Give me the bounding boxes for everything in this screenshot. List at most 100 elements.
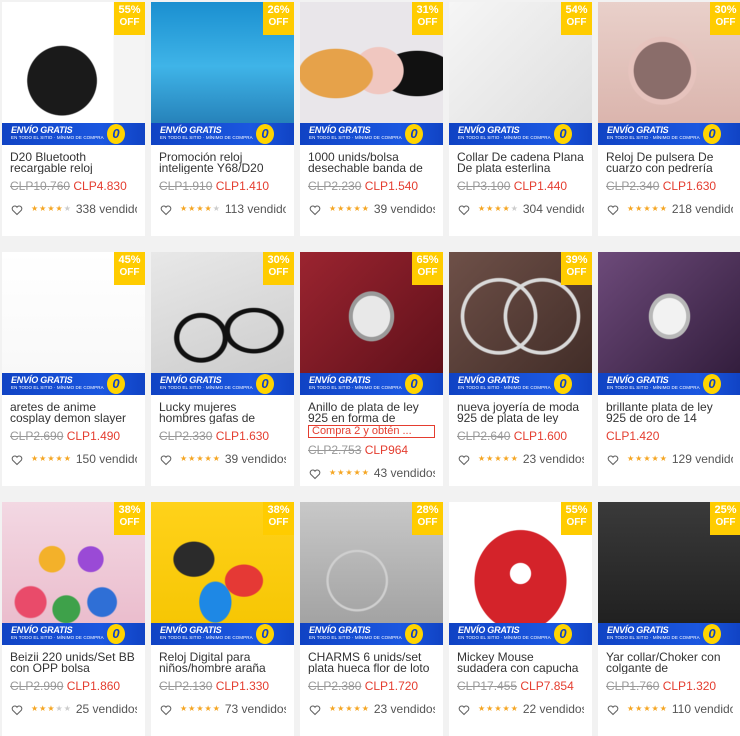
star-icon: ★ xyxy=(212,704,220,713)
product-image[interactable]: 30% OFF ENVÍO GRATIS EN TODO EL SITIO · MÍN… xyxy=(598,2,740,145)
product-card[interactable]: 54% OFF ENVÍO GRATIS EN TODO EL SITIO · MÍN… xyxy=(449,2,592,236)
heart-icon[interactable] xyxy=(458,703,470,716)
promo-tag[interactable]: Compra 2 y obtén ... xyxy=(308,425,435,438)
product-card[interactable]: 39% OFF ENVÍO GRATIS EN TODO EL SITIO · MÍN… xyxy=(449,252,592,486)
product-image[interactable]: 38% OFF ENVÍO GRATIS EN TODO EL SITIO · MÍN… xyxy=(151,502,294,645)
heart-icon[interactable] xyxy=(160,203,172,216)
product-image[interactable]: 25% OFF ENVÍO GRATIS EN TODO EL SITIO · MÍN… xyxy=(598,502,740,645)
product-card[interactable]: 65% OFF ENVÍO GRATIS EN TODO EL SITIO · MÍN… xyxy=(300,252,443,486)
free-shipping-sublabel: EN TODO EL SITIO · MÍNIMO DE COMPRA xyxy=(607,635,700,640)
discount-off-label: OFF xyxy=(715,17,736,28)
coin-icon: 0 xyxy=(703,124,721,144)
heart-icon[interactable] xyxy=(458,203,470,216)
star-icon: ★ xyxy=(345,468,353,477)
product-card[interactable]: 55% OFF ENVÍO GRATIS EN TODO EL SITIO · MÍN… xyxy=(449,502,592,736)
star-icon: ★ xyxy=(494,204,502,213)
discount-off-label: OFF xyxy=(268,267,289,278)
discount-percent: 30% xyxy=(267,254,290,266)
heart-icon[interactable] xyxy=(160,703,172,716)
star-icon: ★ xyxy=(63,454,71,463)
product-title[interactable]: Anillo de plata de ley 925 en forma de xyxy=(300,395,443,424)
discount-badge: 38% OFF xyxy=(263,502,294,535)
free-shipping-sublabel: EN TODO EL SITIO · MÍNIMO DE COMPRA xyxy=(458,135,551,140)
product-image[interactable]: 55% OFF ENVÍO GRATIS EN TODO EL SITIO · MÍN… xyxy=(2,2,145,145)
original-price: CLP1.760 xyxy=(606,679,660,693)
free-shipping-banner: ENVÍO GRATIS EN TODO EL SITIO · MÍNIMO DE… xyxy=(2,623,145,645)
heart-icon[interactable] xyxy=(160,453,172,466)
rating-row: ★★★★★110 vendidos xyxy=(598,696,740,718)
free-shipping-sublabel: EN TODO EL SITIO · MÍNIMO DE COMPRA xyxy=(11,385,104,390)
free-shipping-label: ENVÍO GRATIS xyxy=(11,125,73,135)
product-card[interactable]: 30% OFF ENVÍO GRATIS EN TODO EL SITIO · MÍN… xyxy=(151,252,294,486)
product-card[interactable]: 28% OFF ENVÍO GRATIS EN TODO EL SITIO · MÍN… xyxy=(300,502,443,736)
sale-price: CLP1.320 xyxy=(662,679,717,693)
product-title[interactable]: CHARMS 6 unids/set plata hueca flor de l… xyxy=(300,645,443,674)
product-image[interactable]: 54% OFF ENVÍO GRATIS EN TODO EL SITIO · MÍN… xyxy=(449,2,592,145)
free-shipping-banner: ENVÍO GRATIS EN TODO EL SITIO · MÍNIMO DE… xyxy=(449,623,592,645)
sale-price: CLP1.600 xyxy=(513,429,568,443)
rating-row: ★★★★★218 vendidos xyxy=(598,196,740,218)
discount-badge: 65% OFF xyxy=(412,252,443,285)
product-image[interactable]: 28% OFF ENVÍO GRATIS EN TODO EL SITIO · MÍN… xyxy=(300,502,443,645)
product-image[interactable]: 45% OFF ENVÍO GRATIS EN TODO EL SITIO · MÍN… xyxy=(2,252,145,395)
heart-icon[interactable] xyxy=(11,453,23,466)
product-title[interactable]: Mickey Mouse sudadera con capucha xyxy=(449,645,592,674)
product-image[interactable]: 31% OFF ENVÍO GRATIS EN TODO EL SITIO · MÍN… xyxy=(300,2,443,145)
product-card[interactable]: 25% OFF ENVÍO GRATIS EN TODO EL SITIO · MÍN… xyxy=(598,502,740,736)
coin-icon: 0 xyxy=(554,374,572,394)
product-card[interactable]: 55% OFF ENVÍO GRATIS EN TODO EL SITIO · MÍN… xyxy=(2,2,145,236)
product-title[interactable]: aretes de anime cosplay demon slayer xyxy=(2,395,145,424)
product-card[interactable]: 38% OFF ENVÍO GRATIS EN TODO EL SITIO · MÍN… xyxy=(2,502,145,736)
product-card[interactable]: 45% OFF ENVÍO GRATIS EN TODO EL SITIO · MÍN… xyxy=(2,252,145,486)
product-card[interactable]: 30% OFF ENVÍO GRATIS EN TODO EL SITIO · MÍN… xyxy=(598,2,740,236)
product-title[interactable]: Beizii 220 unids/Set BB con OPP bolsa xyxy=(2,645,145,674)
heart-icon[interactable] xyxy=(309,703,321,716)
sold-count: 150 vendidos xyxy=(75,452,137,466)
rating-stars: ★ ★ ★ ★ ★ xyxy=(627,704,668,714)
product-image[interactable]: 39% OFF ENVÍO GRATIS EN TODO EL SITIO · MÍN… xyxy=(449,252,592,395)
discount-percent: 45% xyxy=(118,254,141,266)
product-image[interactable]: 38% OFF ENVÍO GRATIS EN TODO EL SITIO · MÍN… xyxy=(2,502,145,645)
product-image[interactable]: 55% OFF ENVÍO GRATIS EN TODO EL SITIO · MÍN… xyxy=(449,502,592,645)
heart-icon[interactable] xyxy=(309,203,321,216)
heart-icon[interactable] xyxy=(11,703,23,716)
heart-icon[interactable] xyxy=(11,203,23,216)
free-shipping-sublabel: EN TODO EL SITIO · MÍNIMO DE COMPRA xyxy=(607,135,700,140)
free-shipping-banner: ENVÍO GRATIS EN TODO EL SITIO · MÍNIMO DE… xyxy=(598,123,740,145)
product-title[interactable]: Promoción reloj inteligente Y68/D20 depo… xyxy=(151,145,294,174)
heart-icon[interactable] xyxy=(607,703,619,716)
product-title[interactable]: Lucky mujeres hombres gafas de ordenador xyxy=(151,395,294,424)
free-shipping-sublabel: EN TODO EL SITIO · MÍNIMO DE COMPRA xyxy=(309,635,402,640)
discount-percent: 55% xyxy=(565,504,588,516)
discount-badge: 55% OFF xyxy=(561,502,592,535)
star-icon: ★ xyxy=(643,454,651,463)
price-row: CLP2.690 CLP1.490 xyxy=(2,424,145,446)
rating-row: ★ ★ ★ ★ ★ 39 vendidos xyxy=(151,446,294,468)
product-title[interactable]: Yar collar/Choker con colgante de xyxy=(598,645,740,674)
product-card[interactable]: ENVÍO GRATIS EN TODO EL SITIO · MÍNIMO DE… xyxy=(598,252,740,486)
product-card[interactable]: 31% OFF ENVÍO GRATIS EN TODO EL SITIO · MÍN… xyxy=(300,2,443,236)
product-image[interactable]: 26% OFF ENVÍO GRATIS EN TODO EL SITIO · MÍN… xyxy=(151,2,294,145)
product-title[interactable]: Reloj De pulsera De cuarzo con pedrería xyxy=(598,145,740,174)
price-row: CLP2.640 CLP1.600 xyxy=(449,424,592,446)
free-shipping-label: ENVÍO GRATIS xyxy=(160,625,222,635)
product-title[interactable]: D20 Bluetooth recargable reloj inteligen… xyxy=(2,145,145,174)
product-title[interactable]: nueva joyería de moda 925 de plata de le… xyxy=(449,395,592,424)
product-card[interactable]: 26% OFF ENVÍO GRATIS EN TODO EL SITIO · MÍN… xyxy=(151,2,294,236)
product-title[interactable]: Collar De cadena Plana De plata esterlin… xyxy=(449,145,592,174)
product-image[interactable]: 30% OFF ENVÍO GRATIS EN TODO EL SITIO · MÍN… xyxy=(151,252,294,395)
heart-icon[interactable] xyxy=(309,467,321,480)
price-row: CLP2.753 CLP964 xyxy=(300,438,443,460)
star-icon: ★ xyxy=(204,704,212,713)
product-title[interactable]: brillante plata de ley 925 de oro de 14 … xyxy=(598,395,740,424)
product-image[interactable]: ENVÍO GRATIS EN TODO EL SITIO · MÍNIMO DE… xyxy=(598,252,740,395)
heart-icon[interactable] xyxy=(607,203,619,216)
price-row: CLP1.760 CLP1.320 xyxy=(598,674,740,696)
product-title[interactable]: 1000 unids/bolsa desechable banda de gom… xyxy=(300,145,443,174)
coin-icon: 0 xyxy=(554,124,572,144)
product-image[interactable]: 65% OFF ENVÍO GRATIS EN TODO EL SITIO · MÍN… xyxy=(300,252,443,395)
product-title[interactable]: Reloj Digital para niños/hombre araña xyxy=(151,645,294,674)
product-card[interactable]: 38% OFF ENVÍO GRATIS EN TODO EL SITIO · MÍN… xyxy=(151,502,294,736)
heart-icon[interactable] xyxy=(458,453,470,466)
heart-icon[interactable] xyxy=(607,453,619,466)
